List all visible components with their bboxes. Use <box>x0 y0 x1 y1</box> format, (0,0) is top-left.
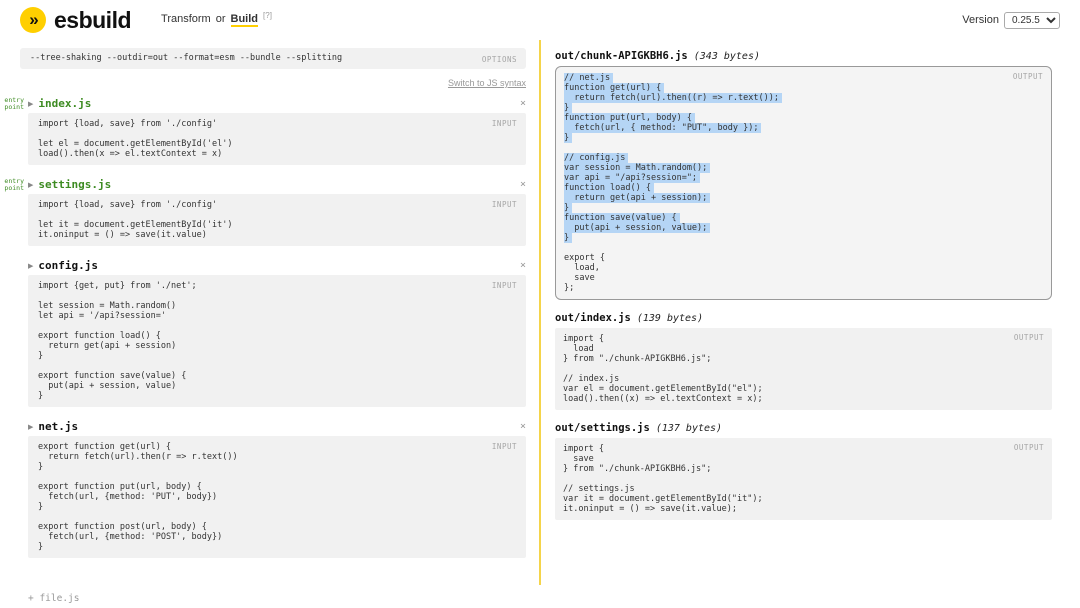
code-input-wrap: export function get(url) { return fetch(… <box>28 436 526 558</box>
output-section-index: out/index.js (139 bytes) import { load} … <box>555 312 1052 410</box>
app-title: esbuild <box>54 6 132 33</box>
input-panel: OPTIONS Switch to JS syntax entry point … <box>0 40 539 606</box>
code-input-wrap: import {load, save} from './config' let … <box>28 194 526 246</box>
file-name[interactable]: net.js <box>38 420 78 433</box>
code-input-wrap: import {get, put} from './net'; let sess… <box>28 275 526 407</box>
nav-or-text: or <box>215 13 226 25</box>
close-icon[interactable]: × <box>520 421 526 432</box>
output-file-size: (343 bytes) <box>693 51 760 62</box>
esbuild-logo-icon: » <box>20 7 46 33</box>
version-area: Version 0.25.5 <box>962 11 1060 29</box>
tab-transform[interactable]: Transform <box>161 13 211 25</box>
entry-badge-line2: point <box>4 102 24 111</box>
mode-nav: Transform or Build [?] <box>161 11 272 27</box>
file-code-input[interactable]: import {get, put} from './net'; let sess… <box>28 275 526 407</box>
add-file-button[interactable]: + file.js <box>28 593 79 604</box>
output-section-settings: out/settings.js (137 bytes) import { sav… <box>555 422 1052 520</box>
file-name[interactable]: settings.js <box>38 178 111 191</box>
app-header: » esbuild Transform or Build [?] Version… <box>0 0 1080 40</box>
help-link[interactable]: [?] <box>263 11 272 20</box>
entry-point-badge: entry point <box>0 178 24 191</box>
file-section-config: ▶ config.js × import {get, put} from './… <box>28 259 526 407</box>
tab-build[interactable]: Build <box>230 13 259 27</box>
build-options-input[interactable] <box>20 48 526 69</box>
file-code-input[interactable]: import {load, save} from './config' let … <box>28 113 526 165</box>
file-header: ▶ net.js × <box>28 420 526 433</box>
output-file-size: (137 bytes) <box>655 423 723 434</box>
close-icon[interactable]: × <box>520 260 526 271</box>
output-file-header: out/settings.js (137 bytes) <box>555 422 1052 434</box>
output-section-chunk: out/chunk-APIGKBH6.js (343 bytes) // net… <box>555 50 1052 300</box>
close-icon[interactable]: × <box>520 98 526 109</box>
switch-row: Switch to JS syntax <box>20 73 526 91</box>
file-section-net: ▶ net.js × export function get(url) { re… <box>28 420 526 558</box>
version-label: Version <box>962 14 999 26</box>
output-code-box[interactable]: // net.js function get(url) { return fetc… <box>555 66 1052 300</box>
output-code: import { load} from "./chunk-APIGKBH6.js… <box>563 334 763 404</box>
output-file-header: out/index.js (139 bytes) <box>555 312 1052 324</box>
file-name[interactable]: config.js <box>38 259 98 272</box>
file-header: entry point ▶ settings.js × <box>4 178 526 191</box>
output-file-name: out/chunk-APIGKBH6.js <box>555 50 688 62</box>
output-code-box[interactable]: import { save} from "./chunk-APIGKBH6.js… <box>555 438 1052 520</box>
main-split: OPTIONS Switch to JS syntax entry point … <box>0 40 1080 606</box>
file-header: entry point ▶ index.js × <box>4 97 526 110</box>
file-name[interactable]: index.js <box>38 97 91 110</box>
file-code-input[interactable]: export function get(url) { return fetch(… <box>28 436 526 558</box>
file-code-input[interactable]: import {load, save} from './config' let … <box>28 194 526 246</box>
output-code-box[interactable]: import { load} from "./chunk-APIGKBH6.js… <box>555 328 1052 410</box>
close-icon[interactable]: × <box>520 179 526 190</box>
entry-badge-line2: point <box>4 183 24 192</box>
output-code: import { save} from "./chunk-APIGKBH6.js… <box>563 444 763 514</box>
file-section-settings: entry point ▶ settings.js × import {load… <box>4 178 526 246</box>
collapse-arrow-icon[interactable]: ▶ <box>28 100 33 108</box>
switch-to-js-syntax-link[interactable]: Switch to JS syntax <box>448 78 526 88</box>
output-file-name: out/index.js <box>555 312 631 324</box>
file-section-index: entry point ▶ index.js × import {load, s… <box>4 97 526 165</box>
output-file-size: (139 bytes) <box>636 313 704 324</box>
collapse-arrow-icon[interactable]: ▶ <box>28 423 33 431</box>
output-panel: out/chunk-APIGKBH6.js (343 bytes) // net… <box>541 40 1080 532</box>
code-input-wrap: import {load, save} from './config' let … <box>28 113 526 165</box>
output-code: // net.js function get(url) { return fetc… <box>564 73 1043 293</box>
collapse-arrow-icon[interactable]: ▶ <box>28 181 33 189</box>
file-header: ▶ config.js × <box>28 259 526 272</box>
version-select[interactable]: 0.25.5 <box>1004 11 1060 29</box>
output-file-name: out/settings.js <box>555 422 650 434</box>
chevrons-right-icon: » <box>29 9 39 29</box>
options-row: OPTIONS <box>20 48 526 69</box>
entry-point-badge: entry point <box>0 97 24 110</box>
collapse-arrow-icon[interactable]: ▶ <box>28 262 33 270</box>
output-file-header: out/chunk-APIGKBH6.js (343 bytes) <box>555 50 1052 62</box>
